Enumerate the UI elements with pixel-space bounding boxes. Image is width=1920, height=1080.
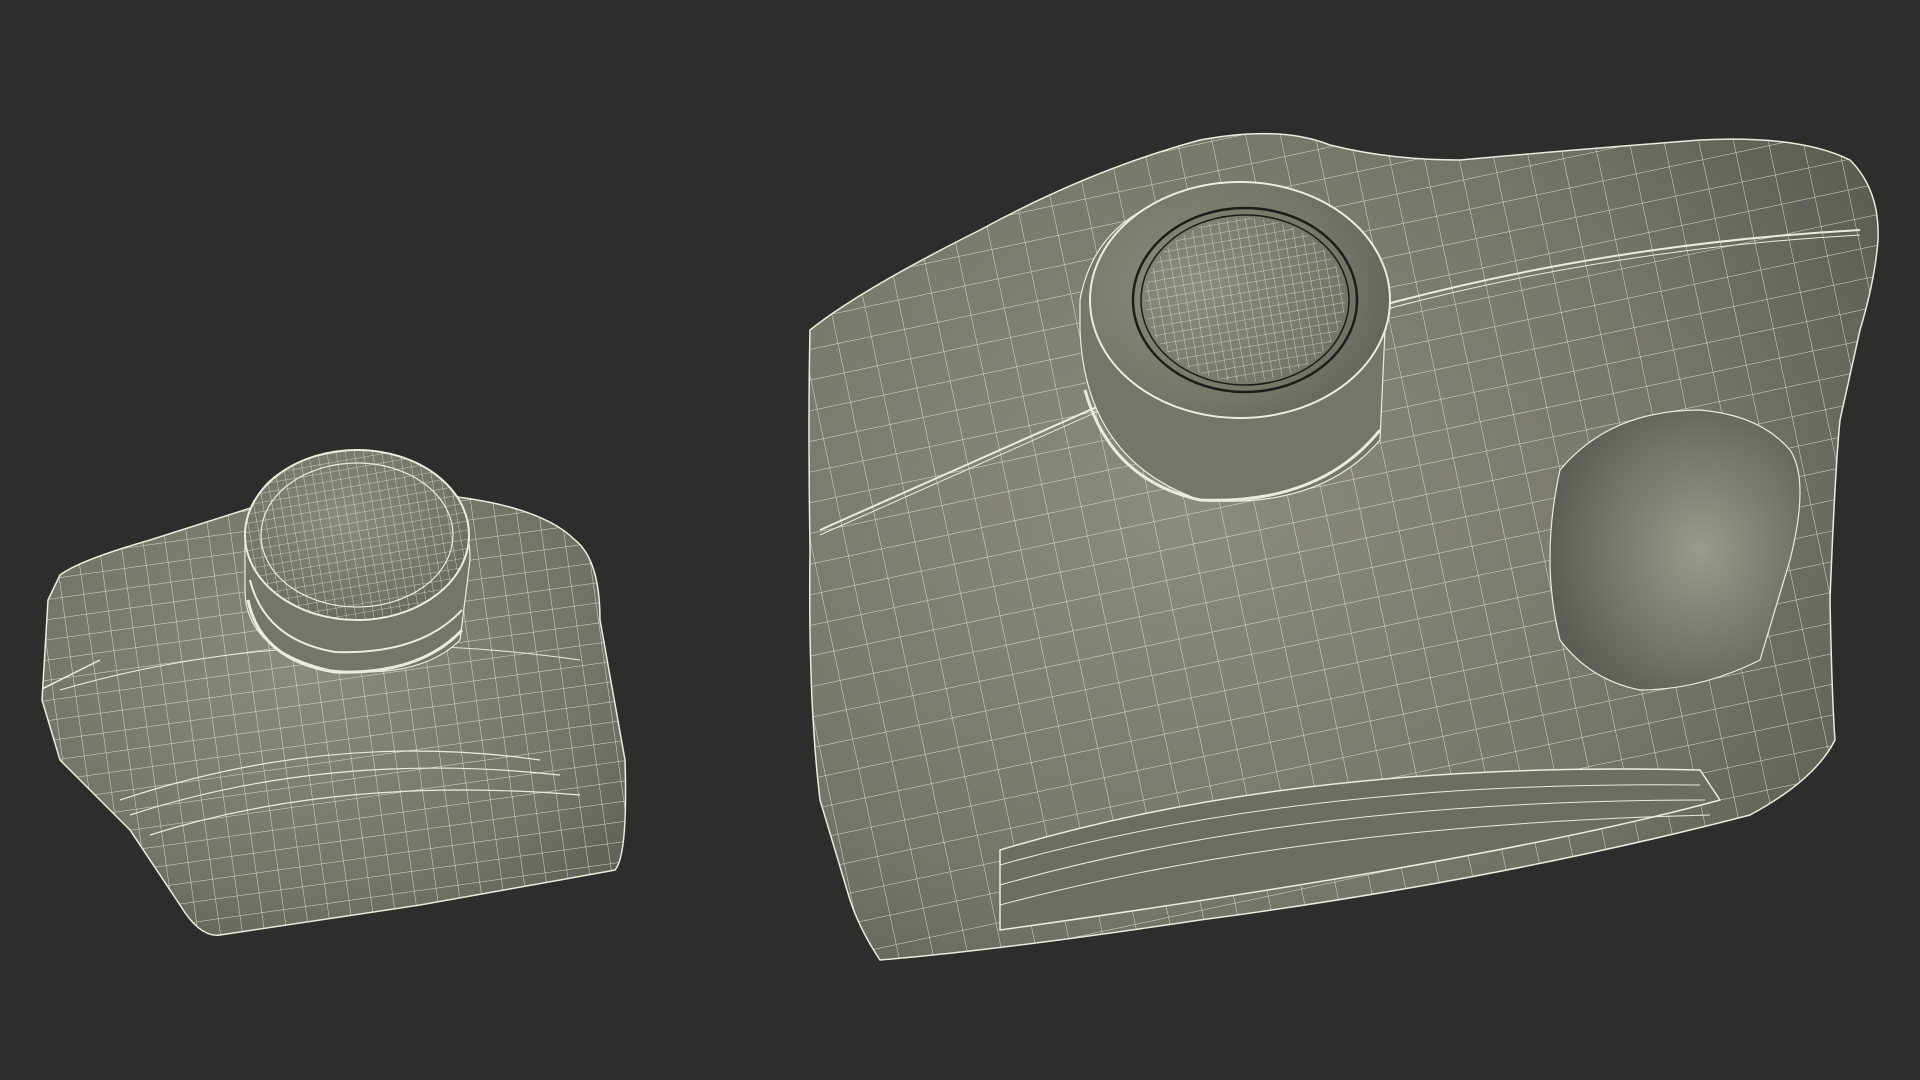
render-canvas — [41, 132, 1879, 961]
large-can-cap — [1079, 181, 1391, 502]
small-jerry-can-wireframe — [41, 449, 627, 936]
large-jerry-can-wireframe — [808, 132, 1879, 961]
render-viewport — [0, 0, 1920, 1080]
large-can-handle-hole — [1549, 409, 1801, 691]
small-can-neck — [244, 449, 471, 674]
